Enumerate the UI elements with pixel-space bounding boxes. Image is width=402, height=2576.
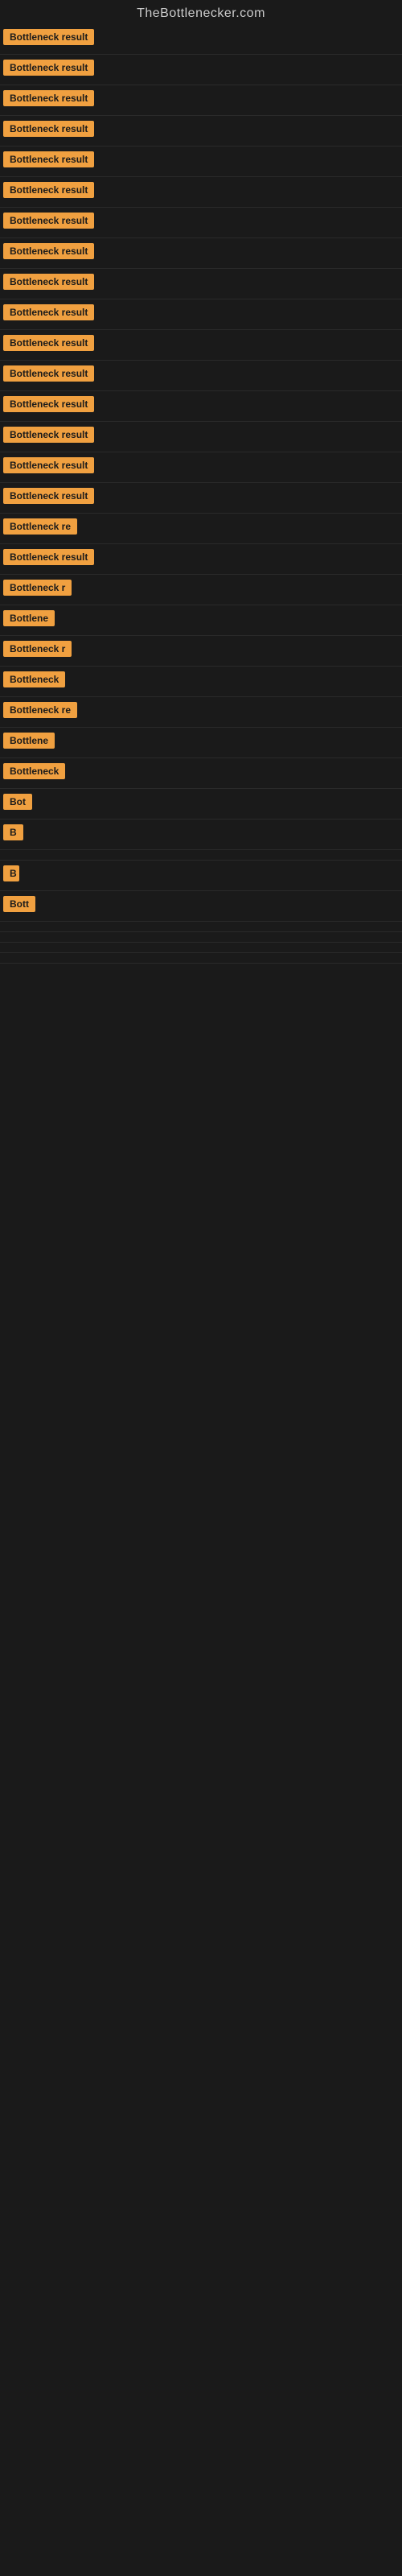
list-item: Bottleneck re — [0, 514, 402, 544]
list-item: Bottleneck result — [0, 391, 402, 422]
list-item: Bottleneck — [0, 758, 402, 789]
bottleneck-result-badge[interactable]: Bottleneck result — [3, 151, 94, 167]
list-item: Bot — [0, 789, 402, 819]
list-item: Bottleneck result — [0, 269, 402, 299]
list-item: B — [0, 819, 402, 850]
bottleneck-result-badge[interactable]: Bottleneck result — [3, 90, 94, 106]
list-item: Bottlene — [0, 605, 402, 636]
bottleneck-result-badge[interactable]: Bottleneck r — [3, 580, 72, 596]
list-item: Bottleneck result — [0, 422, 402, 452]
list-item: Bottleneck result — [0, 452, 402, 483]
bottleneck-result-badge[interactable]: Bottleneck result — [3, 457, 94, 473]
list-item: Bottleneck result — [0, 177, 402, 208]
bottleneck-result-badge[interactable]: Bottleneck r — [3, 641, 72, 657]
bottleneck-result-badge[interactable]: Bottleneck re — [3, 702, 77, 718]
bottleneck-result-badge[interactable]: Bottleneck re — [3, 518, 77, 535]
bottleneck-result-badge[interactable]: Bottleneck — [3, 763, 65, 779]
list-item: Bottleneck r — [0, 575, 402, 605]
bottleneck-result-badge[interactable]: Bottleneck result — [3, 335, 94, 351]
bottleneck-result-badge[interactable]: Bottleneck result — [3, 182, 94, 198]
bottleneck-result-badge[interactable]: B — [3, 824, 23, 840]
bottleneck-result-badge[interactable]: Bottleneck result — [3, 427, 94, 443]
list-item — [0, 953, 402, 964]
list-item: Bottleneck result — [0, 330, 402, 361]
bottleneck-result-badge[interactable]: Bot — [3, 794, 32, 810]
list-item: Bottleneck result — [0, 116, 402, 147]
list-item: Bottleneck result — [0, 55, 402, 85]
list-item: Bottleneck result — [0, 238, 402, 269]
site-title: TheBottlenecker.com — [0, 0, 402, 24]
list-item: Bottlene — [0, 728, 402, 758]
bottleneck-result-badge[interactable]: B — [3, 865, 19, 881]
list-item: Bottleneck result — [0, 24, 402, 55]
bottleneck-result-badge[interactable]: Bottleneck result — [3, 243, 94, 259]
list-item: Bottleneck result — [0, 299, 402, 330]
bottleneck-result-badge[interactable]: Bottleneck result — [3, 29, 94, 45]
bottleneck-result-badge[interactable]: Bottleneck result — [3, 274, 94, 290]
list-item — [0, 932, 402, 943]
list-item — [0, 922, 402, 932]
bottleneck-result-badge[interactable]: Bottleneck result — [3, 396, 94, 412]
bottleneck-result-badge[interactable]: Bottlene — [3, 733, 55, 749]
list-item: Bottleneck result — [0, 544, 402, 575]
bottleneck-result-badge[interactable]: Bottleneck — [3, 671, 65, 687]
list-item: Bottleneck — [0, 667, 402, 697]
bottleneck-result-badge[interactable]: Bottleneck result — [3, 121, 94, 137]
list-item: Bottleneck result — [0, 361, 402, 391]
bottleneck-result-badge[interactable]: Bottleneck result — [3, 549, 94, 565]
list-item: Bottleneck result — [0, 483, 402, 514]
list-item: Bottleneck result — [0, 147, 402, 177]
bottleneck-result-badge[interactable]: Bottleneck result — [3, 304, 94, 320]
list-item: Bott — [0, 891, 402, 922]
list-item: B — [0, 861, 402, 891]
list-item — [0, 850, 402, 861]
list-item: Bottleneck r — [0, 636, 402, 667]
list-item: Bottleneck re — [0, 697, 402, 728]
bottleneck-result-badge[interactable]: Bottleneck result — [3, 60, 94, 76]
bottleneck-result-badge[interactable]: Bott — [3, 896, 35, 912]
list-item: Bottleneck result — [0, 208, 402, 238]
bottleneck-result-badge[interactable]: Bottlene — [3, 610, 55, 626]
list-item — [0, 943, 402, 953]
bottleneck-result-badge[interactable]: Bottleneck result — [3, 365, 94, 382]
bottleneck-result-badge[interactable]: Bottleneck result — [3, 488, 94, 504]
list-item — [0, 964, 402, 973]
list-item: Bottleneck result — [0, 85, 402, 116]
bottleneck-result-badge[interactable]: Bottleneck result — [3, 213, 94, 229]
